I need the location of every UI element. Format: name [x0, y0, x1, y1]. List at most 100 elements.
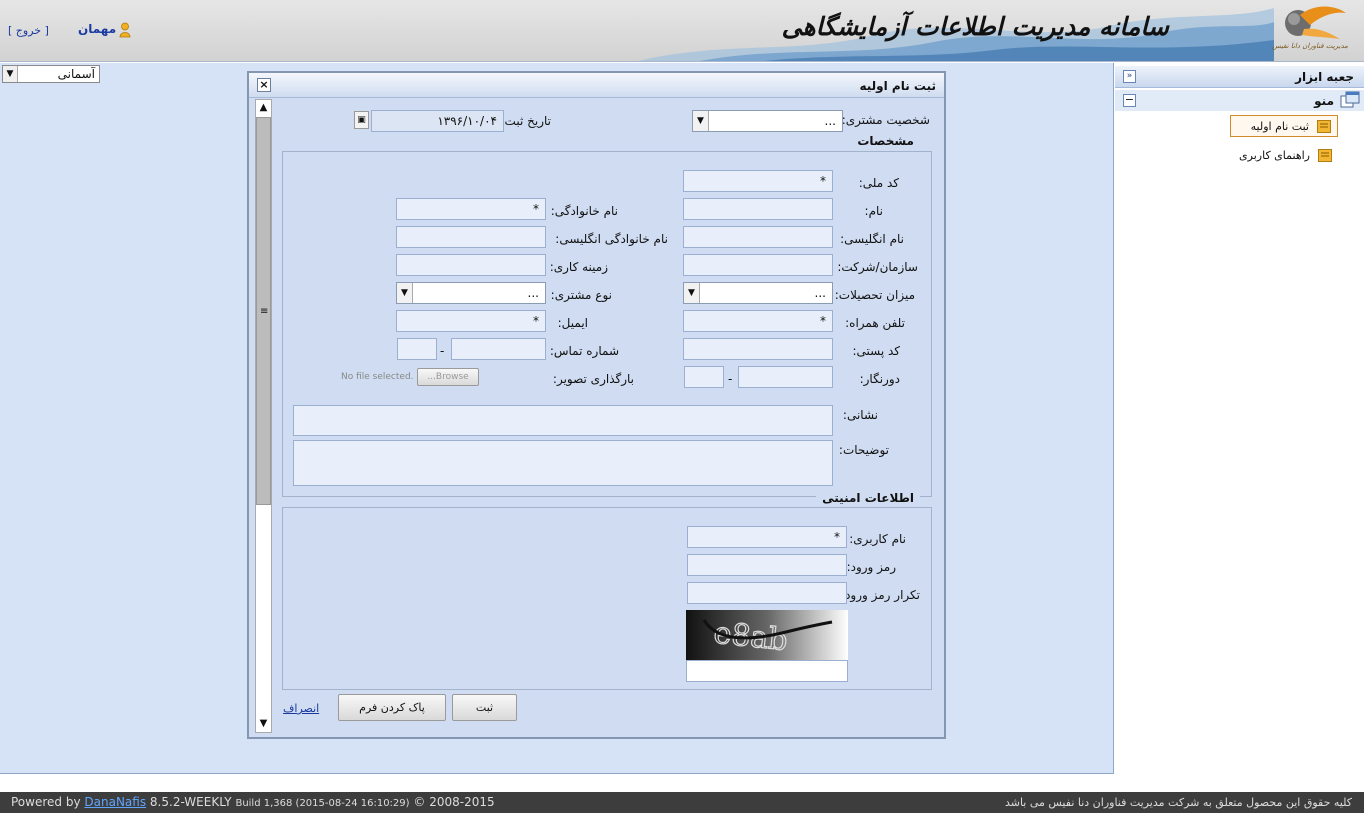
fax-label: دورنگار:: [859, 372, 900, 386]
minus-icon[interactable]: −: [1123, 94, 1136, 107]
security-legend: اطلاعات امنیتی: [816, 491, 920, 505]
email-value: *: [533, 314, 539, 328]
last-name-value: *: [533, 202, 539, 216]
chevron-down-icon[interactable]: ▼: [256, 716, 271, 732]
file-status: No file selected.: [341, 372, 414, 382]
fax-dash: -: [728, 372, 733, 386]
customer-type-label: شخصیت مشتری:: [841, 113, 930, 127]
chevron-down-icon[interactable]: ▼: [397, 283, 413, 303]
last-name-en-field[interactable]: [396, 226, 546, 248]
customer-kind-label: نوع مشتری:: [550, 288, 612, 302]
mobile-field[interactable]: *: [683, 310, 833, 332]
registration-dialog: ثبت نام اولیه × ▲ ≡ ▼ شخصیت مشتری: ▼ ...…: [247, 71, 946, 739]
national-code-value: *: [820, 174, 826, 188]
collapse-icon[interactable]: »: [1123, 70, 1136, 83]
clear-form-button[interactable]: پاک کردن فرم: [338, 694, 446, 721]
last-name-label: نام خانوادگی:: [550, 204, 618, 218]
dialog-titlebar: ثبت نام اولیه ×: [249, 73, 944, 98]
last-name-en-label: نام خانوادگی انگلیسی:: [555, 232, 668, 246]
note-icon: [1318, 149, 1332, 162]
reg-date-label: تاریخ ثبت:: [500, 114, 551, 128]
notes-label: توضیحات:: [838, 443, 889, 457]
company-logo-icon: [1285, 6, 1346, 39]
footer: Powered by DanaNafis 8.5.2-WEEKLY Build …: [0, 792, 1364, 813]
close-icon[interactable]: ×: [257, 78, 271, 92]
chevron-down-icon[interactable]: ▼: [693, 111, 709, 131]
password-label: رمز ورود:: [846, 560, 896, 574]
email-label: ایمیل:: [557, 316, 588, 330]
notes-field[interactable]: [293, 440, 833, 486]
first-name-field[interactable]: [683, 198, 833, 220]
note-icon: [1317, 120, 1331, 133]
username-label: نام کاربری:: [849, 532, 906, 546]
user-icon: [119, 22, 131, 38]
first-name-en-label: نام انگلیسی:: [840, 232, 904, 246]
mobile-value: *: [820, 314, 826, 328]
dialog-scrollbar[interactable]: ▲ ≡ ▼: [255, 99, 272, 733]
sidebar-item-label: ثبت نام اولیه: [1250, 120, 1309, 133]
address-field[interactable]: [293, 405, 833, 436]
phone-label: شماره تماس:: [549, 344, 619, 358]
submit-button[interactable]: ثبت: [452, 694, 517, 721]
windows-icon: [1340, 91, 1360, 108]
work-field-field[interactable]: [396, 254, 546, 276]
toolbox-header: » جعبه ابزار: [1115, 66, 1364, 88]
build-text: Build 1,368 (2015-08-24 16:10:29): [235, 798, 410, 809]
postal-code-label: کد پستی:: [852, 344, 900, 358]
version-text: 8.5.2-WEEKLY: [149, 795, 232, 809]
mobile-label: تلفن همراه:: [845, 316, 905, 330]
sidebar-item-user-guide[interactable]: راهنمای کاربری: [1230, 145, 1338, 167]
brand-link[interactable]: DanaNafis: [84, 795, 146, 809]
cancel-link[interactable]: انصراف: [283, 702, 319, 715]
footer-powered-by: Powered by DanaNafis 8.5.2-WEEKLY Build …: [11, 795, 495, 809]
theme-select-value: آسمانی: [57, 67, 95, 81]
phone-area-code-field[interactable]: [397, 338, 437, 360]
copyright-text: © 2008-2015: [413, 795, 495, 809]
phone-number-field[interactable]: [451, 338, 546, 360]
reg-date-value: ۱۳۹۶/۱۰/۰۴: [437, 114, 497, 128]
organization-label: سازمان/شرکت:: [837, 260, 918, 274]
logo-caption: مدیریت فناوران دانا نفیس: [1272, 42, 1348, 50]
organization-field[interactable]: [683, 254, 833, 276]
toolbox-title: جعبه ابزار: [1295, 70, 1354, 84]
dialog-title: ثبت نام اولیه: [859, 79, 936, 93]
sidebar-item-initial-registration[interactable]: ثبت نام اولیه: [1230, 115, 1338, 137]
username-field[interactable]: *: [687, 526, 847, 548]
national-code-field[interactable]: *: [683, 170, 833, 192]
address-label: نشانی:: [842, 408, 878, 422]
captcha-input[interactable]: [686, 660, 848, 682]
email-field[interactable]: *: [396, 310, 546, 332]
postal-code-field[interactable]: [683, 338, 833, 360]
last-name-field[interactable]: *: [396, 198, 546, 220]
chevron-down-icon[interactable]: ▼: [3, 66, 18, 82]
app-title: سامانه مدیریت اطلاعات آزمایشگاهی: [781, 12, 1169, 41]
calendar-icon[interactable]: ▣: [354, 111, 369, 129]
national-code-label: کد ملی:: [858, 176, 899, 190]
customer-type-select[interactable]: ▼ ...: [692, 110, 843, 132]
scroll-thumb[interactable]: ≡: [256, 117, 271, 505]
chevron-up-icon[interactable]: ▲: [256, 100, 271, 116]
captcha-image: e8ab: [686, 610, 848, 661]
username-value: *: [834, 530, 840, 544]
fax-number-field[interactable]: [738, 366, 833, 388]
first-name-en-field[interactable]: [683, 226, 833, 248]
education-label: میزان تحصیلات:: [834, 288, 915, 302]
customer-type-value: ...: [824, 114, 836, 128]
specs-legend: مشخصات: [851, 134, 920, 148]
chevron-down-icon[interactable]: ▼: [684, 283, 700, 303]
powered-by-label: Powered by: [11, 795, 81, 809]
password-repeat-label: تکرار رمز ورود:: [841, 588, 920, 602]
fax-area-code-field[interactable]: [684, 366, 724, 388]
customer-kind-select[interactable]: ▼ ...: [396, 282, 546, 304]
password-repeat-field[interactable]: [687, 582, 847, 604]
app-header: سامانه مدیریت اطلاعات آزمایشگاهی مدیریت …: [0, 0, 1364, 62]
browse-button[interactable]: Browse...: [417, 368, 479, 386]
password-field[interactable]: [687, 554, 847, 576]
user-name[interactable]: مهمان: [78, 22, 116, 36]
sidebar: » جعبه ابزار − منو ثبت نام اولیه راهنمای…: [1115, 63, 1364, 774]
logout-link[interactable]: [ خروج ]: [8, 24, 49, 37]
education-select[interactable]: ▼ ...: [683, 282, 833, 304]
theme-select[interactable]: ▼ آسمانی: [2, 65, 100, 83]
phone-dash: -: [440, 344, 445, 358]
education-value: ...: [814, 286, 826, 300]
